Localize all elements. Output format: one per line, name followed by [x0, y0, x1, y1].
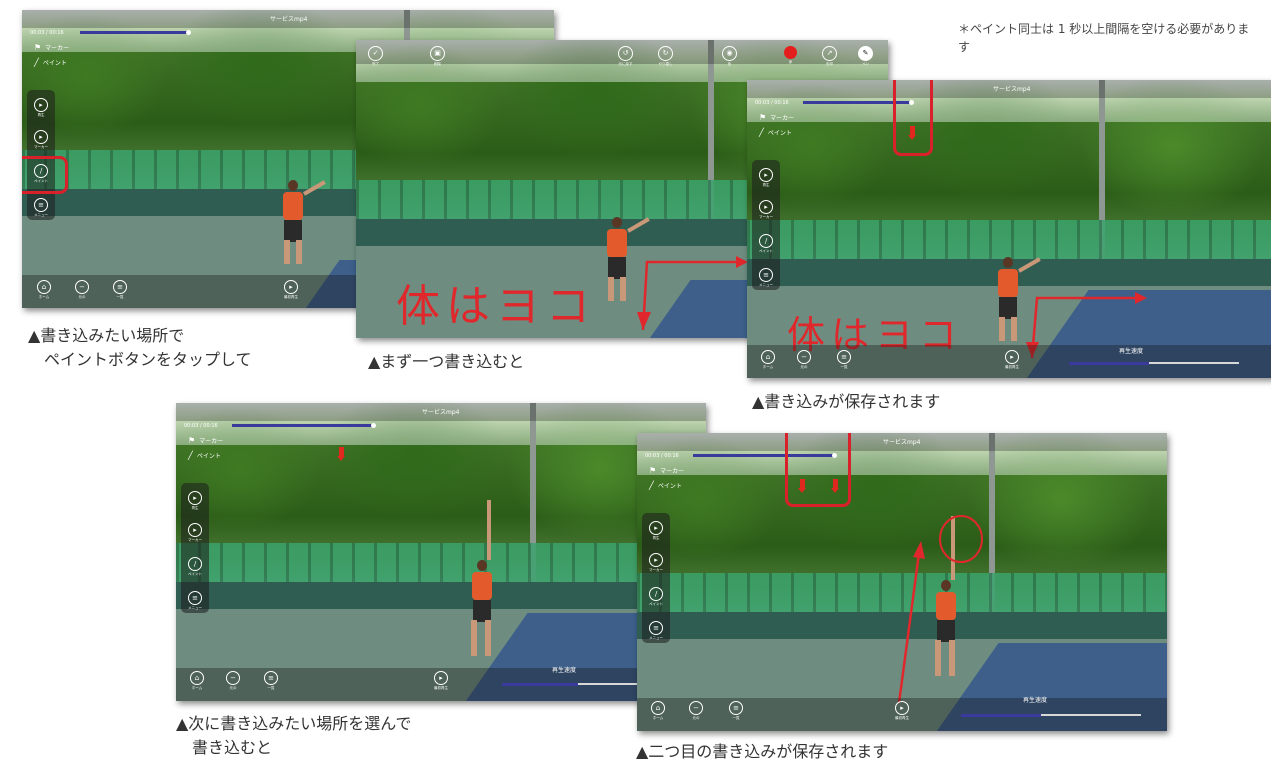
speed-label: 再生速度 — [552, 667, 577, 674]
paint-row[interactable]: ╱ ペイント — [34, 58, 67, 67]
caption-step-4: ▲次に書き込みたい場所を選んで 書き込むと — [176, 714, 412, 757]
play-icon: ▸ — [1005, 350, 1019, 364]
speed-label: 再生速度 — [1119, 348, 1144, 355]
list-button[interactable]: ≡ 一覧 — [729, 701, 743, 721]
play-start-button[interactable]: ▸ 最初再生 — [284, 280, 298, 300]
back-button[interactable]: − 元の — [75, 280, 89, 300]
play-start-button[interactable]: ▸ 最初再生 — [434, 671, 448, 691]
home-icon: ⌂ — [37, 280, 51, 294]
list-button[interactable]: ≡ 一覧 — [837, 350, 851, 370]
paint-button-highlight — [22, 156, 68, 194]
menu-icon: ≡ — [34, 198, 48, 212]
list-icon: ≡ — [837, 350, 851, 364]
paint-row[interactable]: ╱ ペイント — [188, 451, 221, 460]
play-start-button[interactable]: ▸ 最初再生 — [1005, 350, 1019, 370]
marker-row[interactable]: ⚑ マーカー — [188, 436, 223, 445]
drawn-arrows — [1026, 292, 1147, 359]
home-button[interactable]: ⌂ ホーム — [651, 701, 665, 721]
caption-step-3: ▲書き込みが保存されます — [752, 392, 941, 411]
tennis-player — [461, 500, 521, 678]
back-button[interactable]: − 元の — [689, 701, 703, 721]
home-button[interactable]: ⌂ ホーム — [190, 671, 204, 691]
back-icon: − — [797, 350, 811, 364]
pencil-icon: / — [188, 557, 202, 571]
paint-marker[interactable] — [337, 447, 345, 461]
home-icon: ⌂ — [761, 350, 775, 364]
screenshot-4: 00:03 / 00:16 サービスmp4 ⚑ マーカー ╱ ペイント ▸ 再生 ▸ マ… — [176, 403, 706, 701]
speed-slider[interactable] — [502, 683, 578, 686]
play-start-button[interactable]: ▸ 最初再生 — [895, 701, 909, 721]
list-button[interactable]: ≡ 一覧 — [264, 671, 278, 691]
seek-bar[interactable] — [80, 31, 188, 34]
caption-step-1: ▲書き込みたい場所で ペイントボタンをタップして — [28, 326, 252, 369]
back-icon: − — [75, 280, 89, 294]
screenshot-3: 00:03 / 00:16 サービスmp4 ⚑ マーカー ╱ ペイント ▸ 再生 ▸ マ… — [747, 80, 1271, 378]
pencil-icon: ╱ — [188, 451, 193, 460]
back-button[interactable]: − 元の — [226, 671, 240, 691]
interval-note: ＊ペイント同士は 1 秒以上間隔を空ける必要があります — [958, 22, 1250, 54]
play-icon: ▸ — [284, 280, 298, 294]
speed-slider[interactable] — [961, 714, 1041, 717]
marker-icon: ▸ — [34, 130, 48, 144]
side-menu-button[interactable]: ≡ メニュー — [34, 198, 48, 218]
timecode: 00:03 / 00:16 — [184, 423, 218, 429]
list-icon: ≡ — [113, 280, 127, 294]
side-play-button[interactable]: ▸ 再生 — [34, 98, 48, 118]
back-button[interactable]: − 元の — [797, 350, 811, 370]
menu-icon: ≡ — [188, 591, 202, 605]
marker-row[interactable]: ⚑ マーカー — [34, 43, 69, 52]
play-icon: ▸ — [895, 701, 909, 715]
tennis-player — [272, 178, 332, 288]
screenshot-5: 00:03 / 00:16 サービスmp4 ⚑ マーカー ╱ ペイント ▸ 再生 ▸ マ… — [637, 433, 1167, 731]
video-filename: サービスmp4 — [422, 409, 460, 416]
drawn-annotation — [897, 515, 983, 704]
list-button[interactable]: ≡ 一覧 — [113, 280, 127, 300]
video-filename: サービスmp4 — [270, 16, 308, 23]
list-icon: ≡ — [264, 671, 278, 685]
home-icon: ⌂ — [190, 671, 204, 685]
side-marker-button[interactable]: ▸ マーカー — [188, 523, 202, 543]
speed-slider[interactable] — [1069, 362, 1149, 365]
list-icon: ≡ — [729, 701, 743, 715]
marker-icon: ▸ — [188, 523, 202, 537]
home-icon: ⌂ — [651, 701, 665, 715]
play-icon: ▸ — [188, 491, 202, 505]
side-menu-button[interactable]: ≡ メニュー — [188, 591, 202, 611]
play-icon: ▸ — [434, 671, 448, 685]
timecode: 00:03 / 00:16 — [30, 30, 64, 36]
seek-handle[interactable] — [186, 30, 191, 35]
side-paint-button[interactable]: / ペイント — [188, 557, 202, 577]
play-icon: ▸ — [34, 98, 48, 112]
caption-step-5: ▲二つ目の書き込みが保存されます — [636, 742, 889, 761]
flag-icon: ⚑ — [188, 436, 196, 445]
back-icon: − — [226, 671, 240, 685]
side-play-button[interactable]: ▸ 再生 — [188, 491, 202, 511]
pencil-icon: ╱ — [34, 58, 39, 67]
caption-step-2: ▲まず一つ書き込むと — [368, 352, 525, 371]
side-marker-button[interactable]: ▸ マーカー — [34, 130, 48, 150]
home-button[interactable]: ⌂ ホーム — [761, 350, 775, 370]
seek-bar[interactable] — [232, 424, 372, 427]
home-button[interactable]: ⌂ ホーム — [37, 280, 51, 300]
speed-label: 再生速度 — [1023, 697, 1048, 704]
back-icon: − — [689, 701, 703, 715]
seek-handle[interactable] — [371, 423, 376, 428]
flag-icon: ⚑ — [34, 43, 42, 52]
